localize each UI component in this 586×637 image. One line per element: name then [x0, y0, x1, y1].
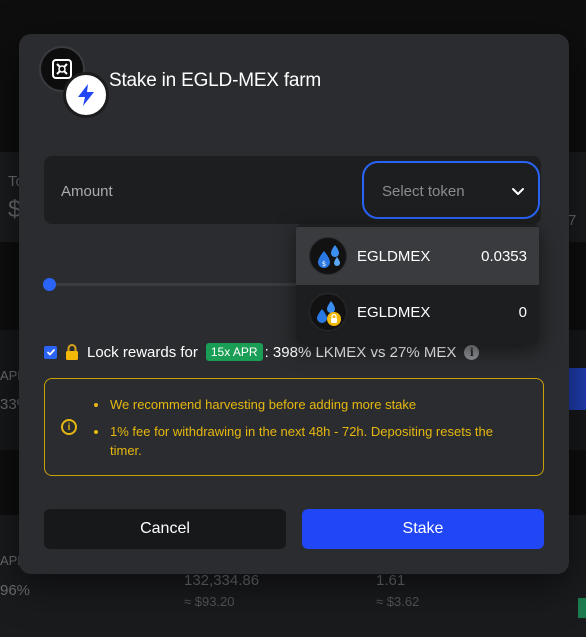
token-option[interactable]: EGLDMEX 0: [296, 283, 539, 341]
token-select[interactable]: Select token: [362, 161, 540, 219]
modal-title: Stake in EGLD-MEX farm: [109, 70, 322, 91]
liquidity-drops-lock-icon: [309, 293, 347, 331]
background-value: 132,334.86: [184, 572, 260, 589]
liquidity-drops-dollar-icon: $: [309, 237, 347, 275]
token-option-balance: 0: [518, 303, 527, 321]
warning-info-icon: i: [61, 419, 77, 435]
background-text: 96%: [0, 582, 31, 599]
token-dropdown: $ EGLDMEX 0.0353 EGLDMEX 0: [296, 224, 539, 344]
info-icon[interactable]: i: [464, 344, 480, 360]
farm-icons: [39, 46, 111, 118]
svg-text:$: $: [322, 260, 326, 268]
warning-item: 1% fee for withdrawing in the next 48h -…: [93, 422, 523, 460]
cancel-button[interactable]: Cancel: [44, 509, 286, 549]
lock-rewards-checkbox[interactable]: [44, 345, 57, 359]
amount-field[interactable]: Amount Select token: [44, 156, 541, 224]
lock-rewards-apr-text: : 398% LKMEX vs 27% MEX: [264, 343, 457, 361]
background-text: 7: [568, 212, 577, 229]
token-option-name: EGLDMEX: [357, 303, 431, 321]
lock-icon: [66, 344, 78, 360]
warning-box: i We recommend harvesting before adding …: [44, 378, 544, 476]
token-option-name: EGLDMEX: [357, 247, 431, 265]
background-badge: [578, 598, 586, 618]
background-button: [566, 368, 586, 410]
chevron-down-icon: [512, 188, 524, 195]
background-value: 1.61: [376, 572, 406, 589]
token-option[interactable]: $ EGLDMEX 0.0353: [296, 227, 539, 285]
stake-button[interactable]: Stake: [302, 509, 544, 549]
amount-slider-track[interactable]: [49, 283, 319, 286]
warning-list: We recommend harvesting before adding mo…: [93, 395, 523, 460]
background-value-usd: ≈ $93.20: [184, 594, 235, 609]
checkmark-icon: [46, 348, 55, 356]
token-select-placeholder: Select token: [382, 183, 465, 200]
background-value-usd: ≈ $3.62: [376, 594, 420, 609]
lock-rewards-row: Lock rewards for 15x APR : 398% LKMEX vs…: [44, 342, 480, 362]
amount-slider-handle[interactable]: [43, 278, 56, 291]
lock-rewards-label: Lock rewards for: [87, 343, 198, 361]
mex-token-icon: [63, 72, 109, 118]
apr-badge: 15x APR: [205, 343, 263, 361]
amount-label: Amount: [61, 183, 113, 200]
warning-item: We recommend harvesting before adding mo…: [93, 395, 523, 414]
token-option-balance: 0.0353: [481, 247, 527, 265]
